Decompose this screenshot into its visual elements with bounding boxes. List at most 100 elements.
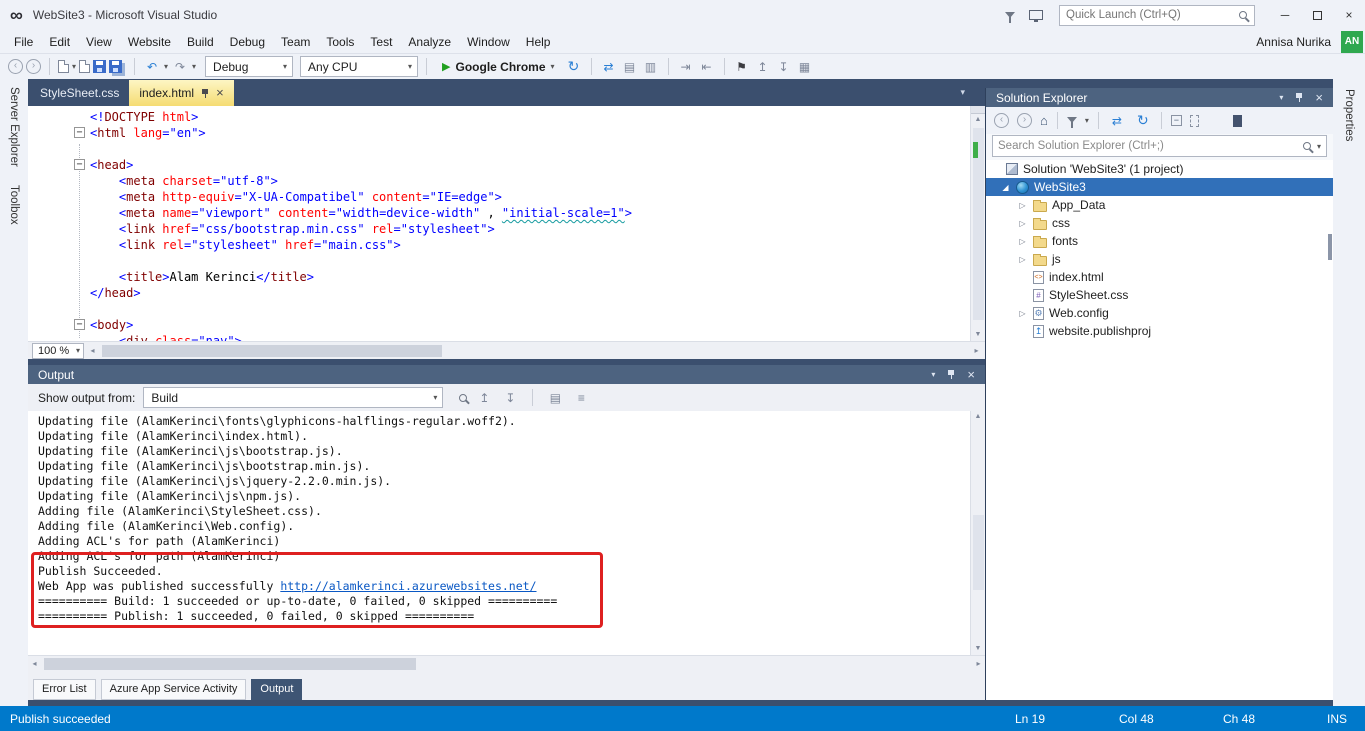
- tree-item-web-config[interactable]: ▷ Web.config: [986, 304, 1333, 322]
- fold-toggle-icon[interactable]: −: [74, 127, 85, 138]
- save-icon[interactable]: [93, 60, 107, 73]
- menu-view[interactable]: View: [78, 32, 120, 52]
- scroll-down-icon[interactable]: ▼: [971, 643, 985, 655]
- start-debugging-button[interactable]: ▶ Google Chrome ▾: [435, 60, 562, 74]
- quick-launch-box[interactable]: [1059, 4, 1255, 26]
- scroll-left-icon[interactable]: ◂: [28, 656, 41, 672]
- quick-launch-input[interactable]: [1060, 9, 1235, 21]
- scroll-thumb[interactable]: [1328, 234, 1332, 260]
- expander-icon[interactable]: ▷: [1017, 255, 1028, 264]
- collapse-all-icon[interactable]: −: [1170, 115, 1182, 126]
- expander-icon[interactable]: ◢: [1000, 183, 1011, 192]
- toggle-bookmark-icon[interactable]: ⚑: [733, 60, 751, 74]
- pin-icon[interactable]: [947, 369, 955, 380]
- chevron-down-icon[interactable]: ▾: [551, 62, 555, 71]
- show-all-files-icon[interactable]: [1189, 114, 1199, 127]
- find-message-icon[interactable]: [459, 393, 468, 402]
- editor-vertical-scrollbar[interactable]: ▲ ▼: [970, 106, 985, 341]
- chevron-down-icon[interactable]: ▾: [1317, 142, 1321, 151]
- tree-item-app-data[interactable]: ▷ App_Data: [986, 196, 1333, 214]
- tool-tab-toolbox[interactable]: Toolbox: [8, 183, 20, 227]
- chevron-down-icon[interactable]: ▾: [1085, 116, 1089, 125]
- scroll-thumb[interactable]: [102, 344, 442, 357]
- expander-icon[interactable]: ▷: [1017, 219, 1028, 228]
- close-button[interactable]: ×: [1333, 0, 1365, 30]
- feedback-icon[interactable]: [1005, 11, 1015, 23]
- scroll-thumb[interactable]: [973, 515, 984, 590]
- menu-team[interactable]: Team: [273, 32, 318, 52]
- menu-test[interactable]: Test: [362, 32, 400, 52]
- expander-icon[interactable]: ▷: [1017, 201, 1028, 210]
- next-message-icon[interactable]: ↧: [501, 391, 519, 405]
- output-log[interactable]: Updating file (AlamKerinci\fonts\glyphic…: [28, 411, 985, 655]
- solution-search-box[interactable]: ▾: [992, 135, 1327, 157]
- tool-tab-properties[interactable]: Properties: [1343, 87, 1355, 143]
- tab-index-html[interactable]: index.html ×: [129, 80, 234, 106]
- menu-tools[interactable]: Tools: [318, 32, 362, 52]
- search-icon[interactable]: [1302, 142, 1311, 150]
- comment-out-icon[interactable]: ▤: [621, 60, 639, 74]
- home-icon[interactable]: ⌂: [1040, 113, 1048, 128]
- tree-item-stylesheet-css[interactable]: StyleSheet.css: [986, 286, 1333, 304]
- output-source-dropdown[interactable]: Build ▾: [143, 387, 444, 408]
- menu-help[interactable]: Help: [518, 32, 559, 52]
- code-editor[interactable]: <!DOCTYPE html> − <html lang="en"> − <head> …: [28, 106, 985, 341]
- search-icon[interactable]: [1239, 11, 1247, 19]
- solution-configuration-dropdown[interactable]: Debug ▾: [205, 56, 294, 77]
- filter-icon[interactable]: [1066, 117, 1077, 128]
- tree-item-website-publishproj[interactable]: website.publishproj: [986, 322, 1333, 340]
- published-site-link[interactable]: http://alamkerinci.azurewebsites.net/: [280, 579, 536, 593]
- new-file-icon[interactable]: [58, 60, 69, 73]
- window-position-chevron-icon[interactable]: ▾: [931, 370, 935, 379]
- close-icon[interactable]: ×: [967, 368, 975, 381]
- chevron-down-icon[interactable]: ▾: [72, 62, 76, 71]
- minimize-button[interactable]: ─: [1269, 0, 1301, 30]
- menu-build[interactable]: Build: [179, 32, 222, 52]
- notifications-icon[interactable]: [1029, 10, 1043, 22]
- signed-in-user[interactable]: Annisa Nurika: [1256, 35, 1331, 49]
- scroll-right-icon[interactable]: ▸: [970, 343, 983, 359]
- menu-window[interactable]: Window: [459, 32, 518, 52]
- next-bookmark-icon[interactable]: ↧: [775, 60, 793, 74]
- previous-bookmark-icon[interactable]: ↥: [754, 60, 772, 74]
- output-vertical-scrollbar[interactable]: ▲ ▼: [970, 411, 985, 655]
- fold-toggle-icon[interactable]: −: [74, 319, 85, 330]
- scroll-thumb[interactable]: [44, 658, 416, 670]
- document-list-chevron-icon[interactable]: ▾: [960, 87, 965, 98]
- menu-file[interactable]: File: [6, 32, 41, 52]
- tree-item-css[interactable]: ▷ css: [986, 214, 1333, 232]
- avatar[interactable]: AN: [1341, 30, 1363, 53]
- indent-icon[interactable]: ⇥: [677, 60, 695, 74]
- open-file-icon[interactable]: [79, 60, 91, 73]
- save-all-icon[interactable]: [109, 60, 123, 73]
- refresh-icon[interactable]: ↻: [565, 58, 583, 75]
- menu-debug[interactable]: Debug: [222, 32, 273, 52]
- refresh-icon[interactable]: ↻: [1134, 112, 1152, 129]
- scroll-down-icon[interactable]: ▼: [971, 329, 985, 341]
- menu-analyze[interactable]: Analyze: [400, 32, 459, 52]
- scroll-left-icon[interactable]: ◂: [86, 343, 99, 359]
- sync-icon[interactable]: ⇄: [600, 60, 618, 74]
- output-titlebar[interactable]: Output ▾ ×: [28, 365, 985, 384]
- tree-item-fonts[interactable]: ▷ fonts: [986, 232, 1333, 250]
- fold-toggle-icon[interactable]: −: [74, 159, 85, 170]
- previous-message-icon[interactable]: ↥: [475, 391, 493, 405]
- split-handle[interactable]: [971, 106, 985, 114]
- tree-item-solution[interactable]: Solution 'WebSite3' (1 project): [986, 160, 1333, 178]
- menu-website[interactable]: Website: [120, 32, 179, 52]
- sync-with-active-document-icon[interactable]: ⇄: [1108, 114, 1126, 128]
- navigate-backward-icon[interactable]: ‹: [8, 59, 23, 74]
- pin-icon[interactable]: [1295, 92, 1303, 103]
- chevron-down-icon[interactable]: ▾: [164, 62, 168, 71]
- redo-icon[interactable]: ↷: [171, 60, 189, 74]
- panel-tab-output[interactable]: Output: [251, 679, 303, 700]
- outdent-icon[interactable]: ⇤: [698, 60, 716, 74]
- menu-edit[interactable]: Edit: [41, 32, 78, 52]
- clear-all-icon[interactable]: ▤: [546, 391, 564, 405]
- pin-icon[interactable]: [201, 88, 209, 99]
- tab-stylesheet-css[interactable]: StyleSheet.css: [30, 80, 129, 106]
- close-icon[interactable]: ×: [1315, 91, 1323, 104]
- expander-icon[interactable]: ▷: [1017, 237, 1028, 246]
- tree-item-js[interactable]: ▷ js: [986, 250, 1333, 268]
- panel-tab-error-list[interactable]: Error List: [33, 679, 96, 700]
